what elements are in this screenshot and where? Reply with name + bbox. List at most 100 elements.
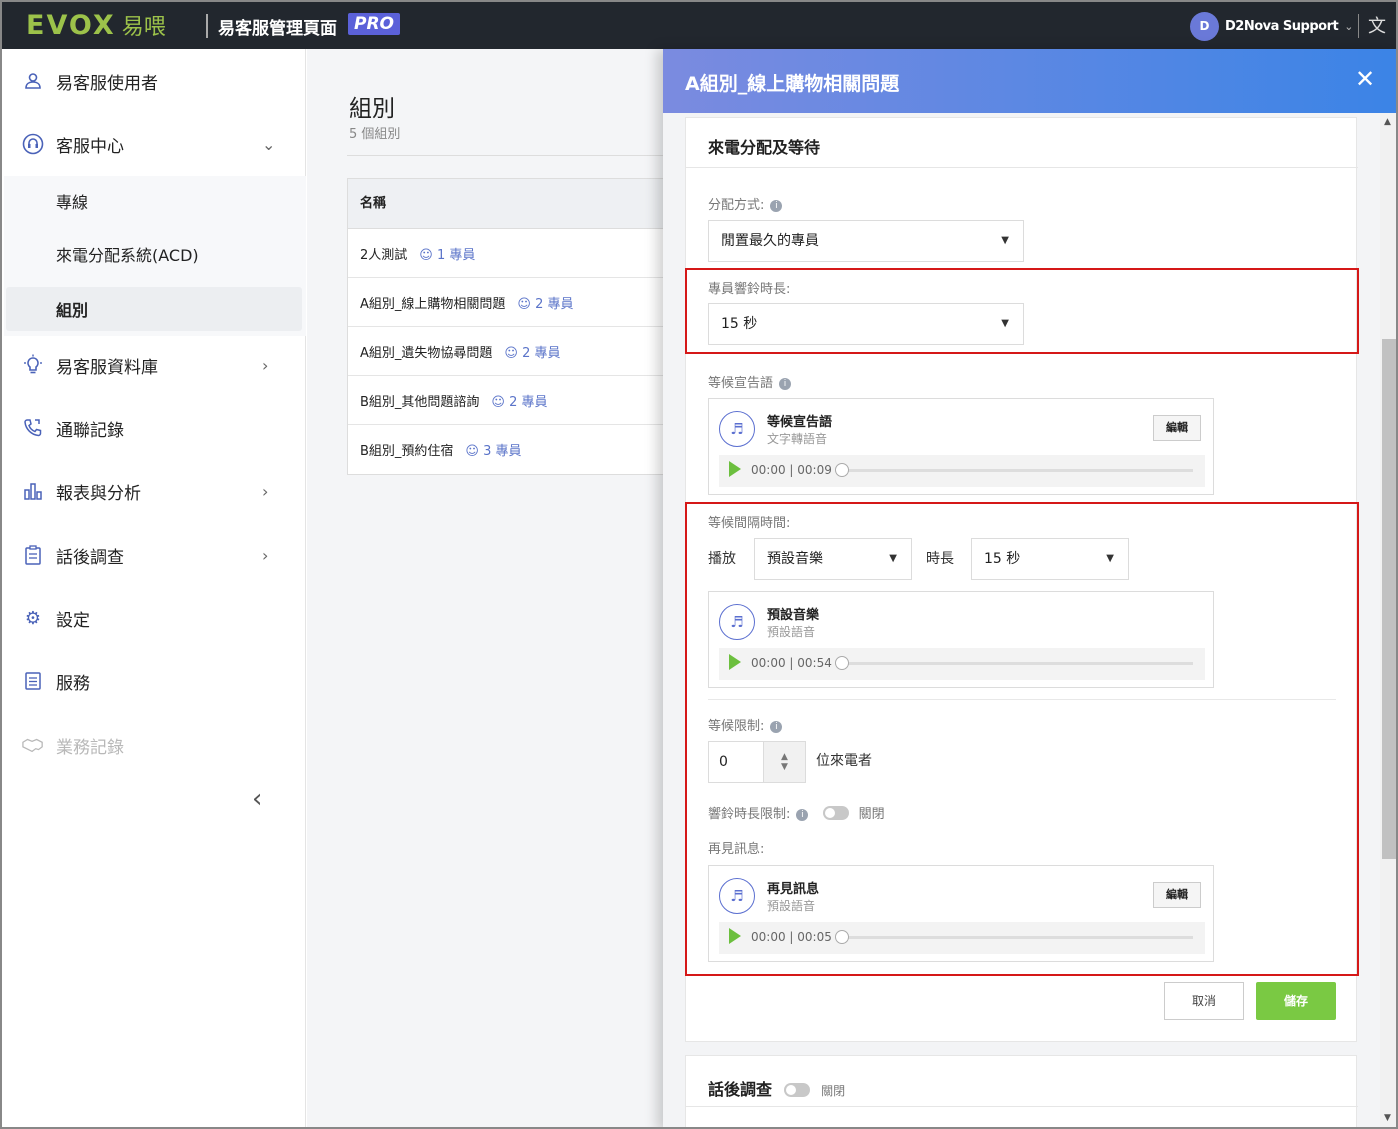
agent-count: ☺ 1 專員	[419, 247, 476, 263]
edit-button[interactable]: 編輯	[1153, 415, 1201, 441]
table-header-name: 名稱	[348, 179, 666, 229]
chevron-right-icon: ›	[262, 355, 269, 375]
user-icon	[22, 70, 44, 92]
headset-icon	[22, 133, 44, 155]
sidebar-item-label: 設定	[56, 610, 90, 631]
drawer-scrollbar[interactable]: ▲ ▼	[1380, 113, 1396, 1127]
voice-icon: ♬	[719, 411, 755, 447]
caret-down-icon: ▼	[1001, 235, 1009, 246]
main-content: 組別 5 個組別 名稱 2人測試 ☺ 1 專員 A組別_線上購物相關問題 ☺ 2…	[307, 49, 667, 1127]
divider	[686, 167, 1358, 168]
sidebar-item-business-record: 業務記錄	[4, 723, 306, 767]
gear-icon: ⚙	[24, 607, 42, 629]
scroll-up-icon[interactable]: ▲	[1384, 117, 1391, 127]
highlight-box-wait-settings	[685, 502, 1359, 976]
table-row[interactable]: B組別_其他問題諮詢 ☺ 2 專員	[348, 376, 666, 425]
audio-title: 等候宣告語	[767, 415, 833, 430]
chevron-right-icon: ›	[262, 481, 269, 501]
sidebar-item-survey[interactable]: 話後調查 ›	[4, 533, 306, 577]
group-name: A組別_線上購物相關問題	[360, 296, 506, 312]
sidebar-item-users[interactable]: 易客服使用者	[4, 59, 306, 103]
sidebar-subitem-label: 來電分配系統(ACD)	[56, 246, 199, 265]
agent-count: ☺ 2 專員	[517, 296, 574, 312]
scroll-thumb[interactable]	[1382, 339, 1396, 859]
sidebar-item-call-log[interactable]: 通聯記錄	[4, 406, 306, 450]
divider	[347, 155, 667, 156]
sidebar-item-label: 話後調查	[56, 547, 124, 568]
close-icon[interactable]: ✕	[1355, 65, 1375, 93]
sidebar-item-label: 通聯記錄	[56, 420, 124, 441]
audio-time: 00:00 | 00:09	[751, 463, 832, 477]
divider	[1358, 14, 1359, 38]
sidebar-subitem-acd[interactable]: 來電分配系統(ACD)	[4, 232, 306, 276]
chevron-right-icon: ›	[262, 545, 269, 565]
sidebar-item-label: 易客服資料庫	[56, 357, 158, 378]
sidebar: 易客服使用者 客服中心 ⌄ 專線 來電分配系統(ACD) 組別 易客服資料庫 ›	[4, 49, 306, 1127]
section-title: 話後調查 關閉	[708, 1076, 845, 1100]
cancel-button[interactable]: 取消	[1164, 982, 1244, 1020]
translate-icon[interactable]: 文	[1368, 12, 1386, 38]
group-name: A組別_遺失物協尋問題	[360, 345, 493, 361]
sidebar-item-services[interactable]: 服務	[4, 659, 306, 703]
chevron-down-icon: ⌄	[1344, 19, 1354, 33]
table-row[interactable]: A組別_遺失物協尋問題 ☺ 2 專員	[348, 327, 666, 376]
section-title-text: 話後調查	[708, 1080, 773, 1099]
agent-count: ☺ 3 專員	[465, 444, 522, 459]
play-icon[interactable]	[729, 461, 741, 477]
drawer-header: A組別_線上購物相關問題 ✕	[663, 49, 1396, 113]
logo-text: EVOX	[26, 9, 116, 41]
drawer-title: A組別_線上購物相關問題	[685, 73, 900, 95]
save-button[interactable]: 儲存	[1256, 982, 1336, 1020]
announcement-label: 等候宣告語 i	[708, 372, 792, 391]
sidebar-item-label: 業務記錄	[56, 737, 124, 758]
distribution-select[interactable]: 閒置最久的專員 ▼	[708, 220, 1024, 262]
user-name: D2Nova Support	[1225, 18, 1339, 34]
sidebar-subitem-label: 組別	[56, 301, 89, 320]
lightbulb-icon	[22, 354, 44, 376]
page-subtitle: 5 個組別	[349, 127, 401, 142]
sidebar-subitem-lines[interactable]: 專線	[4, 179, 306, 223]
user-icon: ☺	[517, 296, 531, 312]
evox-logo[interactable]: EVOX 易喂	[26, 9, 166, 41]
highlight-box-ring-duration	[685, 268, 1359, 354]
distribution-label: 分配方式: i	[708, 194, 783, 213]
sidebar-item-reports[interactable]: 報表與分析 ›	[4, 469, 306, 513]
toggle-state: 關閉	[821, 1084, 846, 1098]
table-row[interactable]: B組別_預約住宿 ☺ 3 專員	[348, 425, 666, 474]
divider	[206, 14, 208, 38]
group-name: 2人測試	[360, 247, 408, 263]
announcement-audio: ♬ 等候宣告語 文字轉語音 編輯 00:00 | 00:09	[708, 398, 1214, 495]
user-menu[interactable]: D D2Nova Support ⌄	[1190, 11, 1353, 41]
sidebar-item-settings[interactable]: ⚙ 設定	[4, 596, 306, 640]
user-icon: ☺	[491, 394, 505, 410]
table-row[interactable]: A組別_線上購物相關問題 ☺ 2 專員	[348, 278, 666, 327]
section-title: 來電分配及等待	[708, 138, 821, 157]
sidebar-item-label: 報表與分析	[56, 483, 141, 504]
sidebar-item-label: 易客服使用者	[56, 73, 158, 94]
app-title: 易客服管理頁面	[218, 19, 337, 39]
user-icon: ☺	[465, 444, 479, 459]
agent-count: ☺ 2 專員	[491, 394, 548, 410]
collapse-sidebar-icon[interactable]: ‹	[252, 784, 262, 814]
user-icon: ☺	[419, 247, 433, 263]
sidebar-item-label: 客服中心	[56, 136, 124, 157]
bar-chart-icon	[22, 480, 44, 502]
sidebar-item-knowledge-base[interactable]: 易客服資料庫 ›	[4, 343, 306, 387]
audio-scrubber[interactable]	[835, 463, 849, 477]
top-bar: EVOX 易喂 易客服管理頁面 PRO D D2Nova Support ⌄ 文	[2, 2, 1396, 49]
info-icon[interactable]: i	[779, 378, 792, 390]
select-value: 閒置最久的專員	[721, 233, 819, 249]
info-icon[interactable]: i	[770, 200, 783, 212]
table-row[interactable]: 2人測試 ☺ 1 專員	[348, 229, 666, 278]
chevron-down-icon: ⌄	[262, 134, 276, 154]
sidebar-subitem-groups[interactable]: 組別	[6, 287, 302, 331]
survey-toggle[interactable]	[783, 1083, 810, 1097]
group-name: B組別_其他問題諮詢	[360, 394, 480, 410]
avatar: D	[1190, 11, 1219, 41]
sidebar-item-service-center[interactable]: 客服中心 ⌄	[4, 122, 306, 166]
scroll-down-icon[interactable]: ▼	[1384, 1113, 1391, 1123]
audio-track[interactable]	[841, 469, 1193, 472]
user-icon: ☺	[504, 345, 518, 361]
page-title: 組別	[349, 96, 395, 122]
list-icon	[22, 670, 44, 692]
